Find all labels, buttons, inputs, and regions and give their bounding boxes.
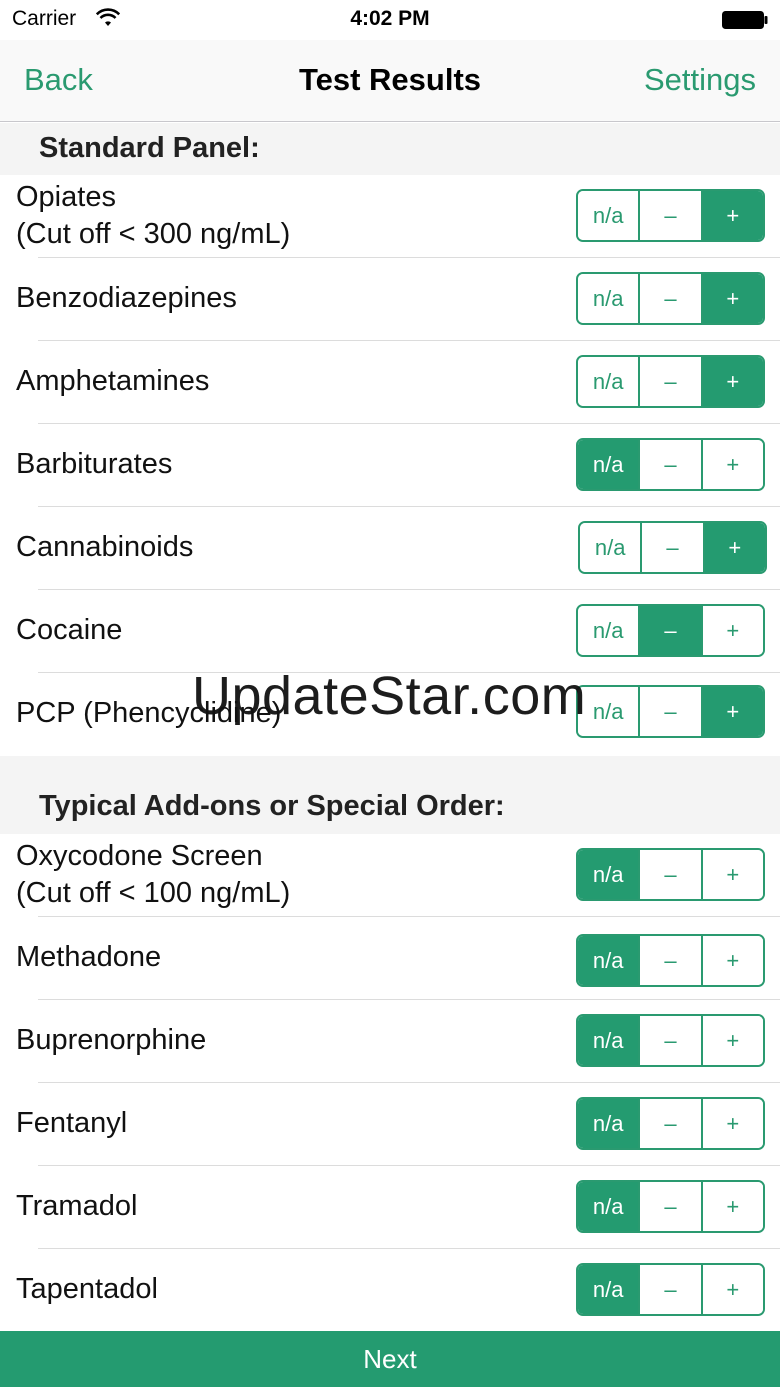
segment-negative[interactable]: – [640, 1265, 703, 1314]
watermark: UpdateStar.com [192, 666, 587, 726]
section-title: Typical Add-ons or Special Order: [39, 790, 505, 822]
clock: 4:02 PM [350, 7, 430, 30]
segment-positive[interactable]: + [702, 606, 763, 655]
test-label: Oxycodone Screen (Cut off < 100 ng/mL) [16, 838, 290, 912]
status-bar: Carrier 4:02 PM [0, 0, 780, 40]
segment-negative[interactable]: – [640, 357, 703, 406]
result-segmented-control: n/a – + [576, 685, 765, 738]
test-row-benzodiazepines: Benzodiazepines n/a – + [0, 258, 780, 341]
segment-negative[interactable]: – [642, 523, 705, 572]
segment-na[interactable]: n/a [578, 1016, 641, 1065]
test-cutoff: (Cut off < 300 ng/mL) [16, 218, 291, 250]
result-segmented-control: n/a – + [576, 272, 765, 325]
segment-na[interactable]: n/a [580, 523, 643, 572]
segment-na[interactable]: n/a [578, 936, 641, 985]
segment-negative[interactable]: – [640, 274, 703, 323]
navigation-bar: Back Test Results Settings [0, 40, 780, 122]
battery-icon [722, 11, 768, 34]
test-cutoff: (Cut off < 100 ng/mL) [16, 877, 291, 909]
segment-negative[interactable]: – [640, 1016, 703, 1065]
result-segmented-control: n/a – + [576, 1180, 765, 1233]
segment-positive[interactable]: + [702, 357, 763, 406]
segment-positive[interactable]: + [702, 191, 763, 240]
section-header-standard-panel: Standard Panel: [0, 123, 780, 175]
test-row-cannabinoids: Cannabinoids n/a – + [0, 507, 780, 590]
segment-positive[interactable]: + [702, 274, 763, 323]
segment-negative[interactable]: – [640, 687, 703, 736]
section-title: Standard Panel: [39, 132, 260, 164]
segment-negative[interactable]: – [640, 191, 703, 240]
result-segmented-control: n/a – + [576, 848, 765, 901]
segment-na[interactable]: n/a [578, 850, 641, 899]
test-name: Cannabinoids [16, 531, 194, 563]
segment-positive[interactable]: + [702, 1016, 763, 1065]
test-row-fentanyl: Fentanyl n/a – + [0, 1083, 780, 1166]
segment-na[interactable]: n/a [578, 191, 641, 240]
result-segmented-control: n/a – + [576, 604, 765, 657]
segment-na[interactable]: n/a [578, 1099, 641, 1148]
segment-negative[interactable]: – [640, 936, 703, 985]
segment-positive[interactable]: + [702, 850, 763, 899]
test-name: Amphetamines [16, 365, 210, 397]
result-segmented-control: n/a – + [576, 189, 765, 242]
segment-positive[interactable]: + [702, 440, 763, 489]
test-name: Barbiturates [16, 448, 173, 480]
test-label: Opiates (Cut off < 300 ng/mL) [16, 179, 290, 253]
test-name: Fentanyl [16, 1107, 128, 1139]
segment-na[interactable]: n/a [578, 687, 641, 736]
test-name: Tapentadol [16, 1273, 158, 1305]
test-name: Opiates [16, 181, 116, 213]
test-name: Buprenorphine [16, 1024, 207, 1056]
segment-na[interactable]: n/a [578, 606, 641, 655]
result-segmented-control: n/a – + [576, 1263, 765, 1316]
result-segmented-control: n/a – + [576, 934, 765, 987]
segment-na[interactable]: n/a [578, 1182, 641, 1231]
test-name: Oxycodone Screen [16, 840, 263, 872]
segment-na[interactable]: n/a [578, 357, 641, 406]
settings-button[interactable]: Settings [644, 62, 756, 98]
test-row-tramadol: Tramadol n/a – + [0, 1166, 780, 1249]
segment-na[interactable]: n/a [578, 274, 641, 323]
result-segmented-control: n/a – + [578, 521, 767, 574]
segment-positive[interactable]: + [702, 936, 763, 985]
test-name: Tramadol [16, 1190, 138, 1222]
test-row-cocaine: Cocaine n/a – + [0, 590, 780, 673]
test-row-buprenorphine: Buprenorphine n/a – + [0, 1000, 780, 1083]
section-header-add-ons: Typical Add-ons or Special Order: [0, 756, 780, 834]
test-row-amphetamines: Amphetamines n/a – + [0, 341, 780, 424]
segment-positive[interactable]: + [704, 523, 765, 572]
test-row-tapentadol: Tapentadol n/a – + [0, 1249, 780, 1332]
segment-negative[interactable]: – [640, 850, 703, 899]
test-row-opiates: Opiates (Cut off < 300 ng/mL) n/a – + [0, 175, 780, 258]
segment-positive[interactable]: + [702, 1182, 763, 1231]
segment-negative[interactable]: – [640, 1099, 703, 1148]
segment-positive[interactable]: + [702, 1265, 763, 1314]
result-segmented-control: n/a – + [576, 1014, 765, 1067]
result-segmented-control: n/a – + [576, 438, 765, 491]
back-button[interactable]: Back [24, 62, 93, 98]
result-segmented-control: n/a – + [576, 355, 765, 408]
test-name: Methadone [16, 941, 162, 973]
segment-positive[interactable]: + [702, 1099, 763, 1148]
segment-na[interactable]: n/a [578, 440, 641, 489]
result-segmented-control: n/a – + [576, 1097, 765, 1150]
test-name: Benzodiazepines [16, 282, 237, 314]
segment-negative[interactable]: – [640, 606, 703, 655]
segment-positive[interactable]: + [702, 687, 763, 736]
test-row-oxycodone: Oxycodone Screen (Cut off < 100 ng/mL) n… [0, 834, 780, 917]
segment-negative[interactable]: – [640, 1182, 703, 1231]
test-name: Cocaine [16, 614, 123, 646]
segment-negative[interactable]: – [640, 440, 703, 489]
test-row-methadone: Methadone n/a – + [0, 917, 780, 1000]
segment-na[interactable]: n/a [578, 1265, 641, 1314]
test-row-barbiturates: Barbiturates n/a – + [0, 424, 780, 507]
next-button[interactable]: Next [0, 1331, 780, 1387]
